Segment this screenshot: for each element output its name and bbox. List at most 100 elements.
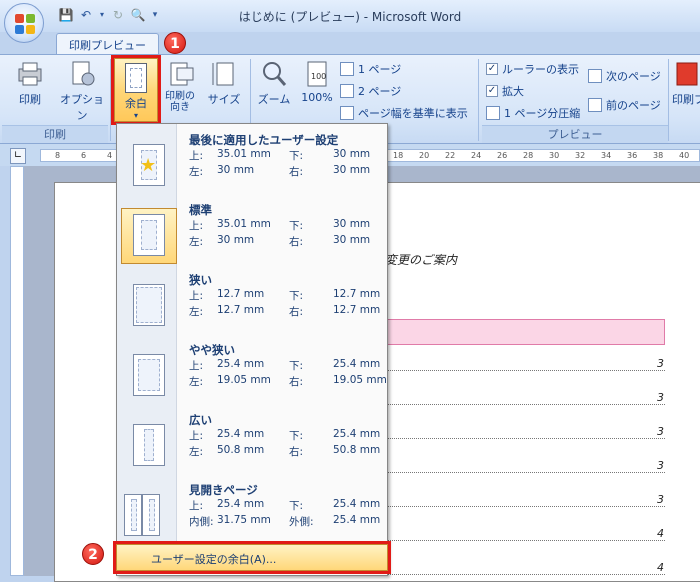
margin-option-title: やや狭い — [189, 343, 235, 357]
margin-side-label: 外側: — [289, 516, 314, 528]
margin-value: 12.7 mm — [217, 288, 265, 300]
next-page-button[interactable]: 次のページ — [588, 68, 661, 84]
print-button[interactable]: 印刷 — [10, 59, 50, 119]
ruler-tick-label: 32 — [575, 151, 586, 160]
margin-value: 25.4 mm — [333, 358, 381, 370]
one-page-button[interactable]: 1 ページ — [340, 61, 401, 77]
margin-option[interactable]: ★ 最後に適用したユーザー設定 上: 35.01 mm 下: 30 mm 左: 30 mm 右:… — [117, 128, 387, 196]
ruler-tick-label: 26 — [497, 151, 508, 160]
ruler-tick-label: 38 — [653, 151, 664, 160]
ruler-tick-label: 22 — [445, 151, 456, 160]
margin-side-label: 上: — [189, 500, 204, 512]
margin-side-label: 上: — [189, 290, 204, 302]
margin-side-label: 上: — [189, 360, 204, 372]
margin-value: 50.8 mm — [333, 444, 381, 456]
office-button[interactable] — [4, 3, 44, 43]
margin-side-label: 右: — [289, 446, 304, 458]
toc-line — [385, 393, 665, 405]
ruler-tick-label: 36 — [627, 151, 638, 160]
margin-value: 12.7 mm — [333, 304, 381, 316]
margin-option-title: 標準 — [189, 203, 212, 217]
margin-value: 30 mm — [333, 234, 371, 246]
toc-line — [385, 427, 665, 439]
step-badge-1: 1 — [164, 32, 186, 54]
margin-side-label: 右: — [289, 236, 304, 248]
ruler-tick-label: 8 — [55, 151, 61, 160]
two-pages-label: 2 ページ — [358, 85, 402, 98]
page-width-button[interactable]: ページ幅を基準に表示 — [340, 105, 468, 121]
toc-line — [385, 563, 665, 575]
margin-value: 25.4 mm — [333, 514, 381, 526]
magnifier-checkbox[interactable]: ✓ 拡大 — [486, 83, 524, 99]
close-preview-button[interactable]: 印刷プ — [672, 59, 700, 119]
margin-side-label: 上: — [189, 430, 204, 442]
close-preview-label: 印刷プ — [672, 93, 700, 106]
margin-side-label: 左: — [189, 166, 204, 178]
close-preview-icon — [674, 59, 698, 89]
orientation-icon — [165, 59, 195, 89]
toc-page-number: 3 — [657, 425, 664, 438]
print-label: 印刷 — [19, 93, 41, 106]
margin-option[interactable]: 狭い 上: 12.7 mm 下: 12.7 mm 左: 12.7 mm 右: 12.7 mm — [117, 268, 387, 336]
magnifier-label: 拡大 — [502, 85, 524, 98]
page-margin-icon — [121, 208, 177, 264]
margin-option-title: 最後に適用したユーザー設定 — [189, 133, 339, 147]
window-title: はじめに (プレビュー) - Microsoft Word — [238, 10, 462, 24]
margin-side-label: 上: — [189, 150, 204, 162]
next-page-label: 次のページ — [606, 70, 661, 83]
ruler-tick-label: 28 — [523, 151, 534, 160]
tab-print-preview[interactable]: 印刷プレビュー — [56, 33, 159, 55]
margin-value: 35.01 mm — [217, 218, 271, 230]
prev-page-label: 前のページ — [606, 99, 661, 112]
options-label: オプション — [60, 93, 104, 122]
zoom-100-button[interactable]: 100 100% — [298, 59, 336, 119]
margin-option[interactable]: やや狭い 上: 25.4 mm 下: 25.4 mm 左: 19.05 mm 右: 19.05 … — [117, 338, 387, 406]
tab-selector[interactable]: ∟ — [10, 148, 26, 164]
group-separator — [668, 59, 669, 141]
margin-option[interactable]: 見開きページ 上: 25.4 mm 下: 25.4 mm 内側: 31.75 mm 外側: 25… — [117, 478, 387, 546]
options-icon — [67, 59, 97, 89]
facing-pages-icon — [121, 488, 177, 544]
two-pages-button[interactable]: 2 ページ — [340, 83, 401, 99]
margin-side-label: 下: — [289, 290, 304, 302]
margin-value: 25.4 mm — [333, 498, 381, 510]
page-size-icon — [209, 59, 239, 89]
margin-side-label: 下: — [289, 430, 304, 442]
shrink-one-page-button[interactable]: 1 ページ分圧縮 — [486, 105, 580, 121]
margin-side-label: 左: — [189, 376, 204, 388]
page-margin-icon — [121, 348, 177, 404]
custom-star-page-icon: ★ — [121, 138, 177, 194]
orientation-label: 印刷の 向き — [165, 91, 195, 113]
margin-value: 19.05 mm — [333, 374, 387, 386]
margin-value: 31.75 mm — [217, 514, 271, 526]
prev-page-button[interactable]: 前のページ — [588, 97, 661, 113]
ruler-tick-label: 34 — [601, 151, 612, 160]
margin-option[interactable]: 標準 上: 35.01 mm 下: 30 mm 左: 30 mm 右: 30 mm — [117, 198, 387, 266]
highlight-box-custom — [113, 541, 391, 574]
options-button[interactable]: オプション — [56, 59, 108, 122]
ruler-tick-label: 40 — [679, 151, 690, 160]
size-button[interactable]: サイズ — [204, 59, 244, 119]
page-width-label: ページ幅を基準に表示 — [358, 107, 468, 120]
orientation-button[interactable]: 印刷の 向き — [160, 59, 200, 119]
margin-side-label: 左: — [189, 306, 204, 318]
preview-group-label: プレビュー — [482, 125, 668, 143]
margin-side-label: 左: — [189, 236, 204, 248]
margin-side-label: 右: — [289, 376, 304, 388]
toc-line — [385, 495, 665, 507]
margin-option[interactable]: 広い 上: 25.4 mm 下: 25.4 mm 左: 50.8 mm 右: 50.8 mm — [117, 408, 387, 476]
shrink-page-icon — [486, 106, 500, 120]
ruler-tick-label: 18 — [393, 151, 404, 160]
margin-side-label: 内側: — [189, 516, 214, 528]
two-pages-icon — [340, 84, 354, 98]
step-badge-2: 2 — [82, 543, 104, 565]
margin-side-label: 下: — [289, 360, 304, 372]
show-ruler-checkbox[interactable]: ✓ ルーラーの表示 — [486, 61, 579, 77]
margin-value: 30 mm — [333, 164, 371, 176]
margin-value: 12.7 mm — [217, 304, 265, 316]
title-bar: 💾 ↶ ▾ ↻ 🔍 ▾ はじめに (プレビュー) - Microsoft Wor… — [0, 0, 700, 32]
margin-side-label: 下: — [289, 500, 304, 512]
magnifier-icon — [259, 59, 289, 89]
print-group-label: 印刷 — [2, 125, 108, 143]
zoom-button[interactable]: ズーム — [254, 59, 294, 119]
